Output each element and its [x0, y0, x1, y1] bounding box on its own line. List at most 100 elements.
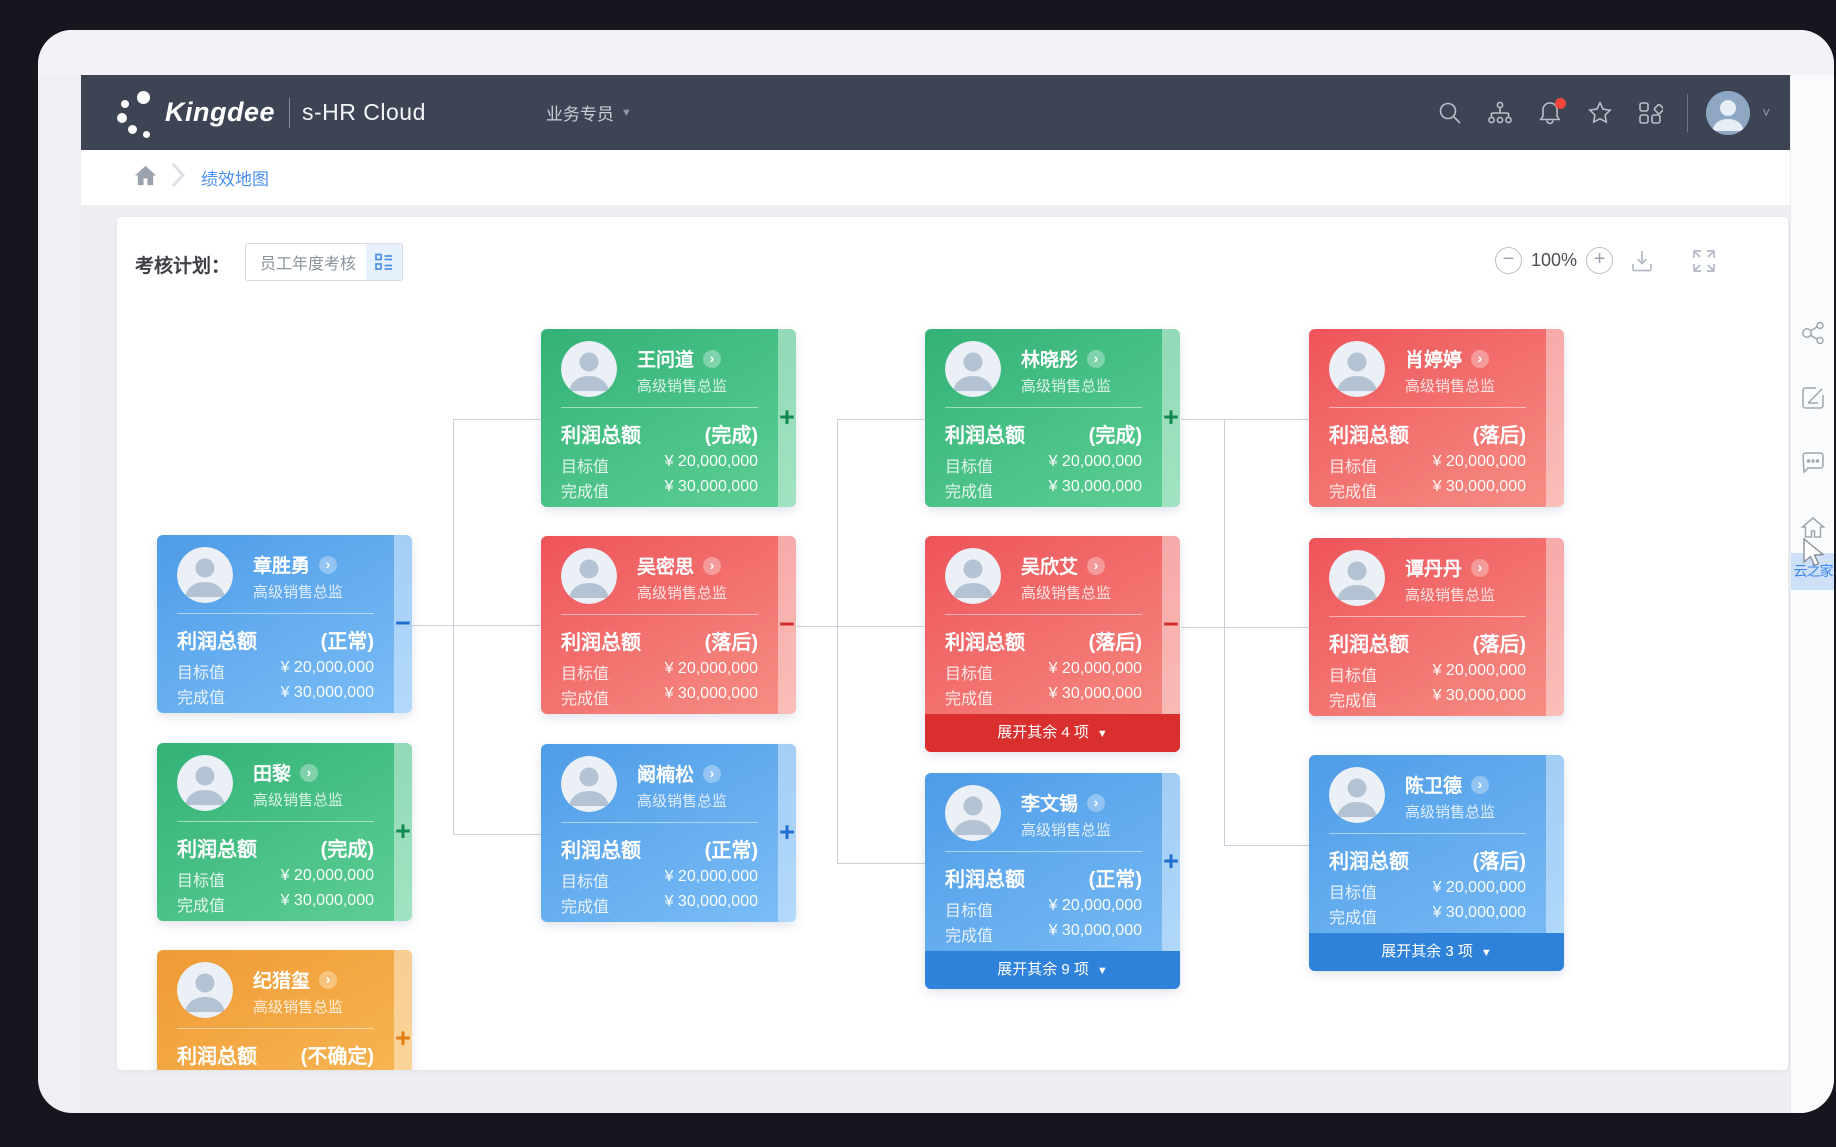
breadcrumb-page-title[interactable]: 绩效地图 — [201, 165, 269, 190]
performance-card[interactable]: 吴欣艾 › 高级销售总监 利润总额 (落后) 目标值 ¥ 20,000,000 … — [925, 536, 1180, 752]
detail-arrow-icon[interactable]: › — [703, 350, 721, 368]
target-value: ¥ 20,000,000 — [1049, 453, 1142, 477]
edit-icon[interactable] — [1800, 385, 1826, 411]
performance-card[interactable]: 纪猎玺 › 高级销售总监 利润总额 (不确定) 目标值 ¥ 20,000,000… — [157, 950, 412, 1070]
detail-arrow-icon[interactable]: › — [1471, 350, 1489, 368]
apps-grid-icon[interactable] — [1637, 100, 1663, 126]
expand-rest-button[interactable]: 展开其余 9 项▼ — [925, 951, 1180, 989]
employee-name[interactable]: 谭丹丹 — [1405, 554, 1462, 581]
target-label: 目标值 — [945, 897, 993, 921]
performance-card[interactable]: 田黎 › 高级销售总监 利润总额 (完成) 目标值 ¥ 20,000,000 完… — [157, 743, 412, 921]
employee-name[interactable]: 林晓彤 — [1021, 345, 1078, 372]
comment-icon[interactable] — [1800, 450, 1826, 476]
collapse-node-button[interactable]: − — [775, 610, 799, 640]
card-side-strip — [1546, 329, 1564, 507]
connector-line — [453, 834, 541, 835]
employee-name[interactable]: 肖婷婷 — [1405, 345, 1462, 372]
expand-rest-button[interactable]: 展开其余 4 项▼ — [925, 714, 1180, 752]
detail-arrow-icon[interactable]: › — [703, 557, 721, 575]
employee-name[interactable]: 王问道 — [637, 345, 694, 372]
metric-label: 利润总额 — [945, 626, 1025, 655]
employee-name[interactable]: 陈卫德 — [1405, 771, 1462, 798]
role-switcher[interactable]: 业务专员 ▼ — [546, 100, 632, 125]
performance-card[interactable]: 吴密思 › 高级销售总监 利润总额 (落后) 目标值 ¥ 20,000,000 … — [541, 536, 796, 714]
done-label: 完成值 — [945, 478, 993, 502]
employee-role: 高级销售总监 — [1021, 819, 1111, 840]
target-value: ¥ 20,000,000 — [1433, 662, 1526, 686]
mouse-cursor — [1802, 538, 1828, 568]
employee-avatar — [561, 548, 617, 604]
detail-arrow-icon[interactable]: › — [319, 556, 337, 574]
detail-arrow-icon[interactable]: › — [1087, 557, 1105, 575]
employee-name[interactable]: 田黎 — [253, 759, 291, 786]
performance-card[interactable]: 肖婷婷 › 高级销售总监 利润总额 (落后) 目标值 ¥ 20,000,000 … — [1309, 329, 1564, 507]
done-value: ¥ 30,000,000 — [1433, 904, 1526, 928]
fullscreen-icon[interactable] — [1691, 248, 1717, 274]
detail-arrow-icon[interactable]: › — [1471, 776, 1489, 794]
target-label: 目标值 — [177, 659, 225, 683]
employee-name[interactable]: 李文锡 — [1021, 789, 1078, 816]
metric-label: 利润总额 — [945, 419, 1025, 448]
zoom-in-button[interactable]: + — [1586, 247, 1613, 274]
employee-name[interactable]: 吴欣艾 — [1021, 552, 1078, 579]
performance-card[interactable]: 阚楠松 › 高级销售总监 利润总额 (正常) 目标值 ¥ 20,000,000 … — [541, 744, 796, 922]
expand-rest-button[interactable]: 展开其余 3 项▼ — [1309, 933, 1564, 971]
collapse-node-button[interactable]: − — [1159, 610, 1183, 640]
target-label: 目标值 — [1329, 879, 1377, 903]
plan-list-icon[interactable] — [366, 244, 402, 280]
metric-label: 利润总额 — [1329, 628, 1409, 657]
star-icon[interactable] — [1587, 100, 1613, 126]
status-badge: (落后) — [705, 626, 758, 655]
employee-role: 高级销售总监 — [1405, 801, 1495, 822]
performance-card[interactable]: 陈卫德 › 高级销售总监 利润总额 (落后) 目标值 ¥ 20,000,000 … — [1309, 755, 1564, 971]
detail-arrow-icon[interactable]: › — [703, 765, 721, 783]
employee-avatar — [177, 755, 233, 811]
target-value: ¥ 20,000,000 — [1049, 660, 1142, 684]
connector-line — [453, 419, 454, 834]
done-value: ¥ 30,000,000 — [665, 893, 758, 917]
expand-node-button[interactable]: + — [775, 403, 799, 433]
target-value: ¥ 20,000,000 — [665, 660, 758, 684]
performance-card[interactable]: 李文锡 › 高级销售总监 利润总额 (正常) 目标值 ¥ 20,000,000 … — [925, 773, 1180, 989]
collapse-node-button[interactable]: − — [391, 609, 415, 639]
expand-node-button[interactable]: + — [1159, 403, 1183, 433]
notification-bell-icon[interactable] — [1537, 100, 1563, 126]
user-avatar[interactable] — [1706, 91, 1750, 135]
detail-arrow-icon[interactable]: › — [1471, 559, 1489, 577]
performance-card[interactable]: 谭丹丹 › 高级销售总监 利润总额 (落后) 目标值 ¥ 20,000,000 … — [1309, 538, 1564, 716]
detail-arrow-icon[interactable]: › — [1087, 350, 1105, 368]
org-chart-icon[interactable] — [1487, 100, 1513, 126]
done-value: ¥ 30,000,000 — [1049, 922, 1142, 946]
expand-node-button[interactable]: + — [391, 817, 415, 847]
performance-card[interactable]: 章胜勇 › 高级销售总监 利润总额 (正常) 目标值 ¥ 20,000,000 … — [157, 535, 412, 713]
detail-arrow-icon[interactable]: › — [319, 971, 337, 989]
role-label: 业务专员 — [546, 100, 614, 125]
employee-role: 高级销售总监 — [637, 375, 727, 396]
search-icon[interactable] — [1437, 100, 1463, 126]
share-icon[interactable] — [1800, 320, 1826, 346]
plan-select[interactable]: 员工年度考核 — [245, 243, 403, 281]
chevron-down-icon[interactable]: ˅ — [1762, 105, 1770, 120]
home-icon[interactable] — [134, 164, 157, 192]
zoom-out-button[interactable]: − — [1495, 247, 1522, 274]
detail-arrow-icon[interactable]: › — [300, 764, 318, 782]
breadcrumb: 绩效地图 — [81, 150, 1790, 205]
detail-arrow-icon[interactable]: › — [1087, 794, 1105, 812]
employee-name[interactable]: 吴密思 — [637, 552, 694, 579]
expand-rest-label: 展开其余 3 项 — [1381, 943, 1473, 960]
performance-card[interactable]: 林晓彤 › 高级销售总监 利润总额 (完成) 目标值 ¥ 20,000,000 … — [925, 329, 1180, 507]
employee-name[interactable]: 阚楠松 — [637, 760, 694, 787]
download-icon[interactable] — [1629, 248, 1655, 274]
employee-avatar — [1329, 341, 1385, 397]
page-content: 考核计划： 员工年度考核 − 100% + — [81, 205, 1790, 1113]
expand-rest-label: 展开其余 9 项 — [997, 961, 1089, 978]
performance-card[interactable]: 王问道 › 高级销售总监 利润总额 (完成) 目标值 ¥ 20,000,000 … — [541, 329, 796, 507]
card-divider — [1329, 833, 1526, 834]
expand-node-button[interactable]: + — [775, 818, 799, 848]
employee-name[interactable]: 章胜勇 — [253, 551, 310, 578]
employee-name[interactable]: 纪猎玺 — [253, 966, 310, 993]
expand-node-button[interactable]: + — [391, 1024, 415, 1054]
card-divider — [561, 614, 758, 615]
expand-node-button[interactable]: + — [1159, 847, 1183, 877]
employee-role: 高级销售总监 — [253, 789, 343, 810]
